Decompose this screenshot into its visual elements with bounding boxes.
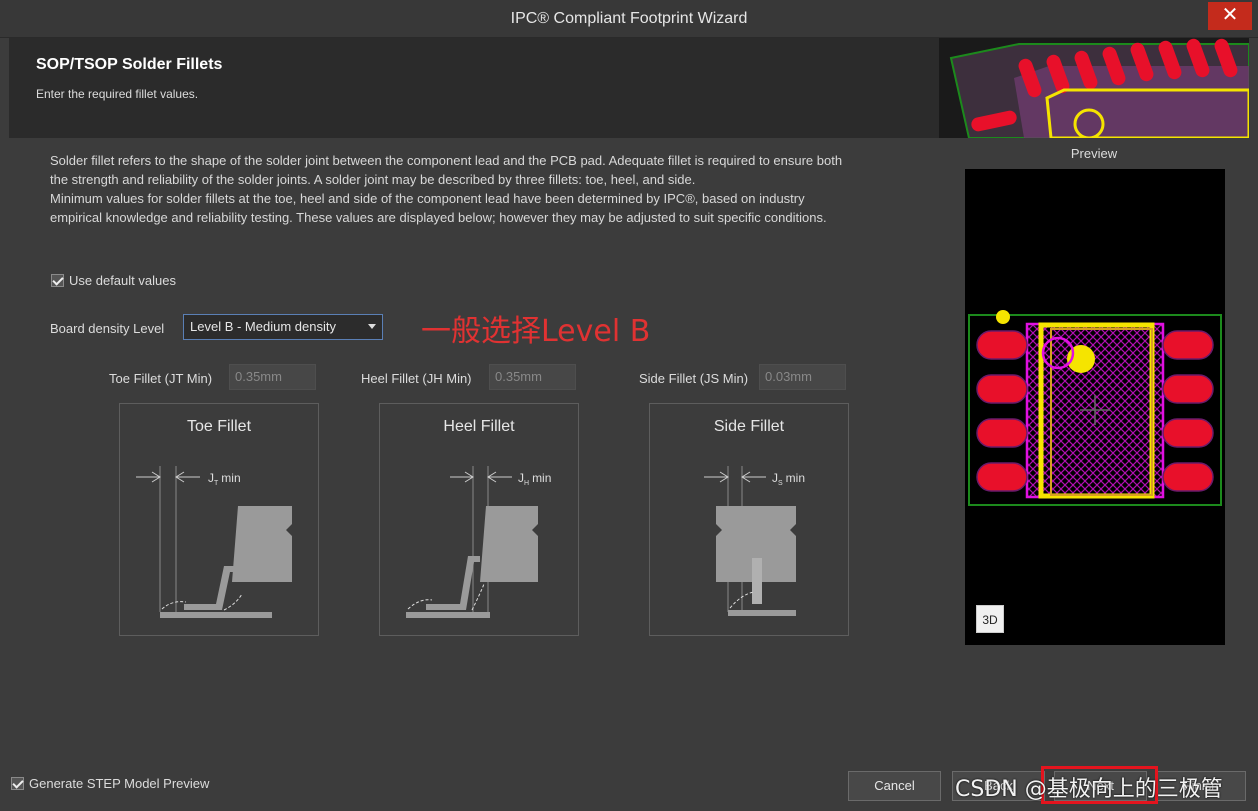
toe-min-text: min (221, 471, 240, 485)
close-button[interactable]: ✕ (1208, 2, 1252, 30)
toe-fillet-illustration: JT min (136, 466, 292, 618)
side-fillet-label: Side Fillet (JS Min) (639, 371, 749, 386)
toe-fillet-diagram: JT min Toe Fillet (119, 403, 319, 636)
header-footprint-graphic (939, 38, 1249, 138)
heel-fillet-illustration: JH min (406, 466, 551, 618)
toe-fillet-input[interactable]: 0.35mm (229, 364, 316, 390)
side-fillet-title: Side Fillet (713, 418, 785, 435)
preview-label: Preview (1070, 146, 1118, 161)
heel-fillet-diagram: JH min Heel Fillet (379, 403, 579, 636)
3d-button[interactable]: 3D (976, 605, 1004, 633)
page-subtitle: Enter the required fillet values. (36, 87, 199, 101)
side-min-text: min (786, 471, 805, 485)
description-line: the strength and reliability of the sold… (50, 172, 696, 187)
board-density-label: Board density Level (50, 321, 165, 336)
checkbox-checked-icon[interactable] (11, 777, 24, 790)
description-line: Solder fillet refers to the shape of the… (50, 153, 843, 168)
use-default-values-checkbox[interactable]: Use default values (51, 273, 176, 288)
heel-j-subscript: H (524, 480, 529, 487)
side-fillet-diagram: JS min Side Fillet (649, 403, 849, 636)
description-line: Minimum values for solder fillets at the… (50, 191, 805, 206)
heel-fillet-label: Heel Fillet (JH Min) (361, 371, 472, 386)
page-title: SOP/TSOP Solder Fillets (36, 56, 223, 73)
generate-step-preview-label: Generate STEP Model Preview (29, 776, 210, 791)
toe-j-subscript: T (214, 480, 219, 487)
annotation-text: 一般选择Level B (421, 314, 651, 349)
side-fillet-illustration: JS min (704, 466, 805, 616)
description-line: empirical knowledge and reliability test… (50, 210, 827, 225)
chevron-down-icon (368, 324, 376, 329)
heel-min-text: min (532, 471, 551, 485)
footprint-preview[interactable]: 3D (965, 169, 1225, 645)
wizard-window: SOP/TSOP Solder Fillets Enter the requir… (9, 38, 1249, 811)
footprint-preview-graphic (968, 310, 1222, 506)
heel-fillet-title: Heel Fillet (443, 418, 515, 435)
board-density-select[interactable]: Level B - Medium density (183, 314, 383, 340)
generate-step-preview-checkbox[interactable]: Generate STEP Model Preview (11, 776, 209, 791)
use-default-values-label: Use default values (69, 273, 176, 288)
side-j-subscript: S (778, 480, 783, 487)
toe-fillet-title: Toe Fillet (186, 418, 252, 435)
heel-fillet-input[interactable]: 0.35mm (489, 364, 576, 390)
wizard-header: SOP/TSOP Solder Fillets Enter the requir… (9, 38, 1249, 138)
svg-text:JTmin: JT min (208, 471, 241, 487)
side-fillet-input[interactable]: 0.03mm (759, 364, 846, 390)
svg-text:JSmin: JS min (772, 471, 805, 487)
title-bar: IPC® Compliant Footprint Wizard ✕ (0, 0, 1258, 38)
window-title: IPC® Compliant Footprint Wizard (510, 10, 748, 27)
board-density-value: Level B - Medium density (190, 319, 336, 334)
checkbox-checked-icon[interactable] (51, 274, 64, 287)
description-text: Solder fillet refers to the shape of the… (50, 151, 920, 227)
svg-text:JHmin: JH min (518, 471, 551, 487)
cancel-button[interactable]: Cancel (848, 771, 941, 801)
watermark-text: CSDN @基极向上的三极管 (955, 777, 1223, 802)
toe-fillet-label: Toe Fillet (JT Min) (109, 371, 213, 386)
